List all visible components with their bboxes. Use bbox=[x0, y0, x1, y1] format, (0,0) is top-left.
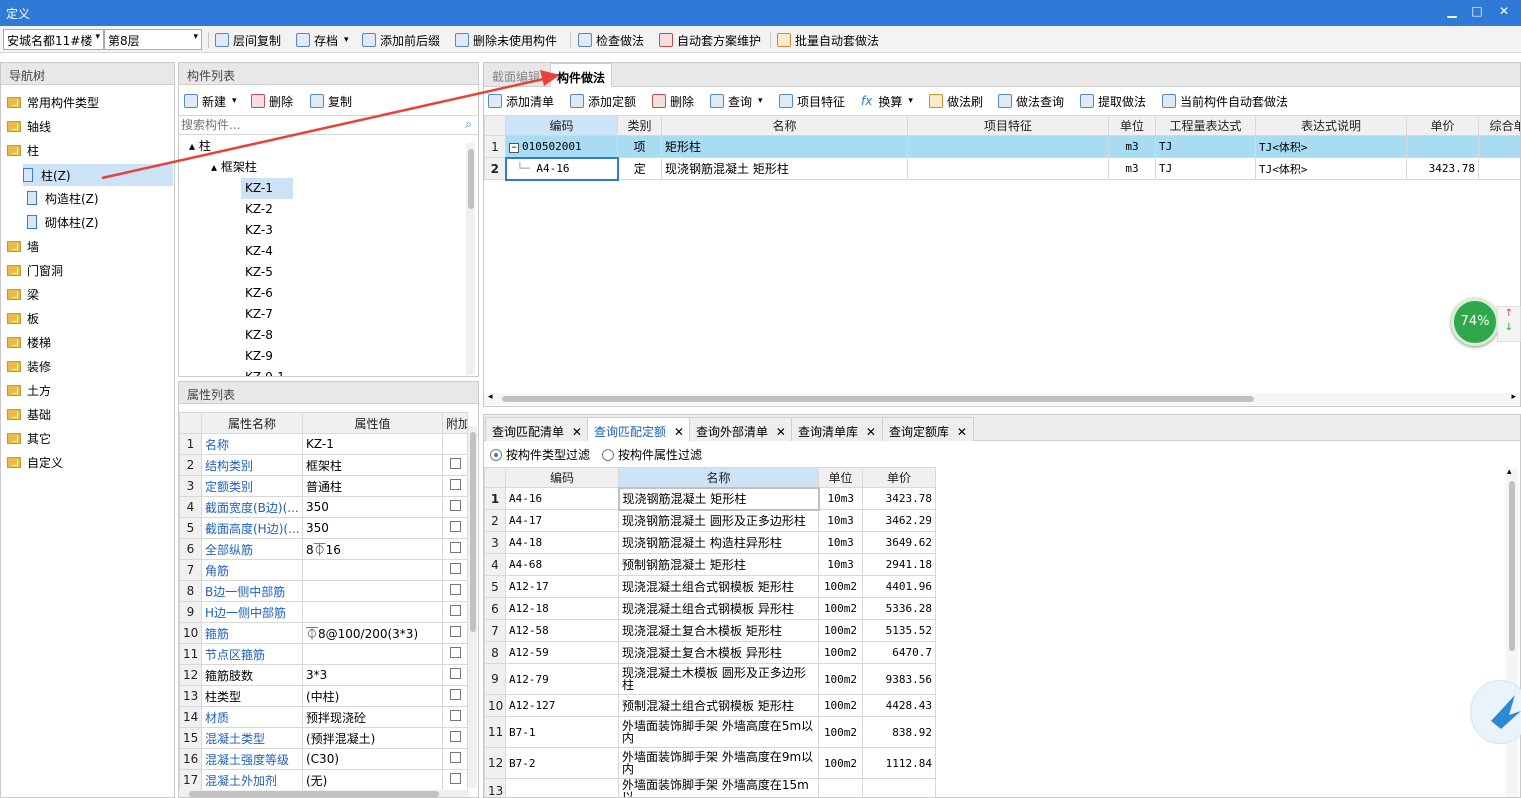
assistant-bird-icon[interactable] bbox=[1470, 680, 1521, 744]
speed-widget[interactable]: ↑ ↓ bbox=[1497, 306, 1521, 342]
progress-badge[interactable]: 74% bbox=[1451, 298, 1499, 346]
arrow-head bbox=[540, 70, 560, 86]
arrow-line bbox=[101, 76, 549, 180]
arrow-up-icon: ↑ bbox=[1504, 308, 1514, 319]
bird-glyph bbox=[1491, 695, 1521, 729]
annotation-arrow bbox=[101, 70, 560, 180]
arrow-down-icon: ↓ bbox=[1504, 322, 1514, 333]
